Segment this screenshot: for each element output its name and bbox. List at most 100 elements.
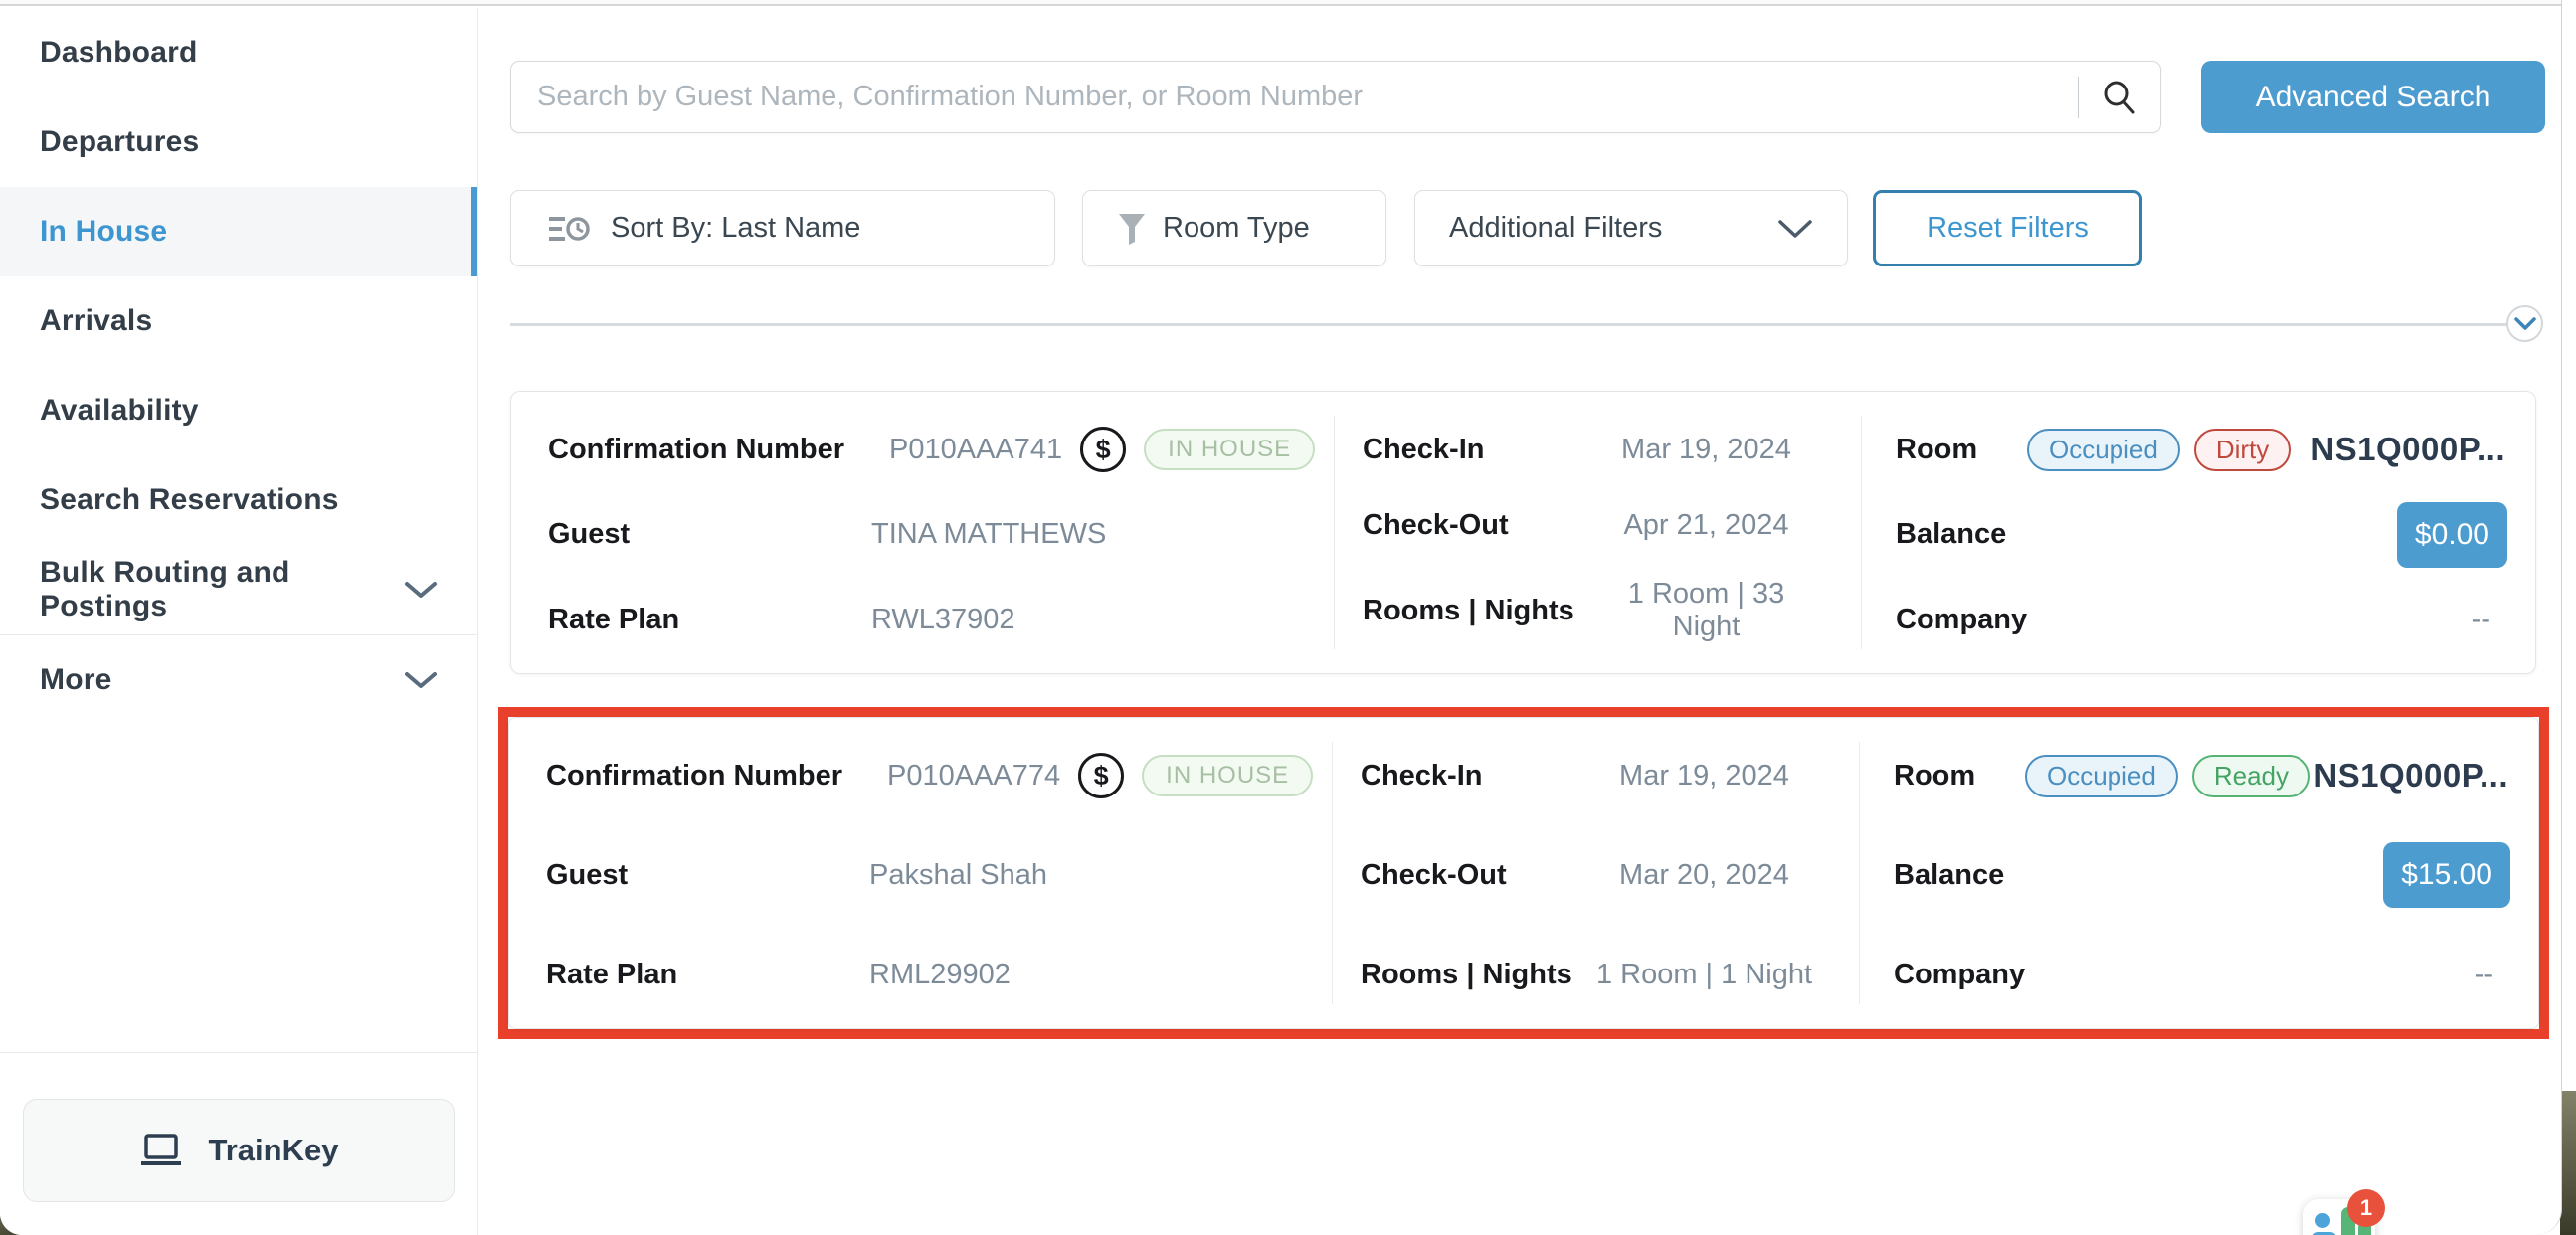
- additional-filters-dropdown[interactable]: Additional Filters: [1414, 190, 1848, 266]
- sidebar-item-availability[interactable]: Availability: [0, 366, 477, 455]
- advanced-search-button[interactable]: Advanced Search: [2201, 61, 2545, 133]
- rate-plan-value: RML29902: [869, 959, 1011, 991]
- folio-dollar-icon[interactable]: $: [1080, 427, 1126, 472]
- card-room-column: Room Occupied Ready NS1Q000P... Balance …: [1859, 718, 2538, 1028]
- ready-pill: Ready: [2192, 755, 2310, 797]
- folio-dollar-icon[interactable]: $: [1078, 753, 1124, 798]
- search-bar: [510, 61, 2161, 133]
- room-type-label: Room Type: [1163, 212, 1310, 245]
- sidebar-item-label: Departures: [40, 125, 199, 159]
- funnel-filter-icon: [1117, 212, 1147, 246]
- room-status-pills: Occupied Ready: [2025, 755, 2310, 797]
- status-badge: IN HOUSE: [1142, 755, 1313, 796]
- window-top-edge: [0, 0, 2561, 6]
- sidebar-item-label: Bulk Routing and Postings: [40, 556, 404, 623]
- confirmation-number-value: P010AAA774: [887, 760, 1060, 793]
- trainkey-label: TrainKey: [209, 1133, 339, 1168]
- search-separator: [2078, 77, 2079, 118]
- card-room-column: Room Occupied Dirty NS1Q000P... Balance …: [1861, 392, 2535, 673]
- results-divider: [510, 323, 2521, 326]
- sidebar-item-dashboard[interactable]: Dashboard: [0, 8, 477, 97]
- confirmation-number-value: P010AAA741: [889, 434, 1062, 466]
- room-type-filter[interactable]: Room Type: [1082, 190, 1386, 266]
- guest-label: Guest: [546, 859, 869, 892]
- sidebar-item-departures[interactable]: Departures: [0, 97, 477, 187]
- reservation-card-highlighted[interactable]: Confirmation Number P010AAA774 $ IN HOUS…: [508, 717, 2539, 1029]
- room-number-value: NS1Q000P...: [2310, 431, 2505, 468]
- widget-logo-shape: [2315, 1213, 2330, 1228]
- check-out-label: Check-Out: [1363, 509, 1591, 542]
- rooms-nights-value: 1 Room | 1 Night: [1589, 959, 1819, 991]
- reset-filters-button[interactable]: Reset Filters: [1873, 190, 2142, 266]
- sidebar: Dashboard Departures In House Arrivals A…: [0, 8, 478, 1235]
- check-out-value: Mar 20, 2024: [1589, 859, 1819, 892]
- check-in-label: Check-In: [1363, 434, 1591, 466]
- check-in-value: Mar 19, 2024: [1591, 434, 1821, 466]
- sidebar-item-label: In House: [40, 215, 167, 249]
- balance-label: Balance: [1894, 859, 2005, 892]
- room-status-pills: Occupied Dirty: [2027, 429, 2291, 471]
- confirmation-number-label: Confirmation Number: [548, 434, 871, 466]
- sidebar-item-arrivals[interactable]: Arrivals: [0, 276, 477, 366]
- trainkey-button[interactable]: TrainKey: [23, 1099, 455, 1202]
- card-dates-column: Check-In Mar 19, 2024 Check-Out Apr 21, …: [1334, 392, 1861, 673]
- rate-plan-label: Rate Plan: [548, 604, 871, 636]
- rooms-nights-label: Rooms | Nights: [1363, 595, 1591, 627]
- sidebar-item-in-house[interactable]: In House: [0, 187, 477, 276]
- check-in-label: Check-In: [1361, 760, 1589, 793]
- sidebar-item-bulk-routing[interactable]: Bulk Routing and Postings: [0, 545, 477, 634]
- search-input[interactable]: [537, 81, 2058, 113]
- rate-plan-label: Rate Plan: [546, 959, 869, 991]
- balance-button[interactable]: $15.00: [2383, 842, 2510, 908]
- sidebar-item-label: Search Reservations: [40, 483, 339, 517]
- check-in-value: Mar 19, 2024: [1589, 760, 1819, 793]
- sidebar-item-more[interactable]: More: [0, 635, 477, 725]
- guest-label: Guest: [548, 518, 871, 551]
- dirty-pill: Dirty: [2194, 429, 2291, 471]
- selection-highlight-frame: Confirmation Number P010AAA774 $ IN HOUS…: [498, 707, 2549, 1039]
- collapse-toggle-button[interactable]: [2506, 305, 2543, 342]
- main-content: Advanced Search Sort By: Last Name Room …: [479, 8, 2561, 1235]
- status-badge: IN HOUSE: [1144, 429, 1315, 470]
- rooms-nights-value: 1 Room | 33 Night: [1591, 578, 1821, 643]
- room-number-value: NS1Q000P...: [2313, 757, 2508, 794]
- guest-value: TINA MATTHEWS: [871, 518, 1106, 551]
- chevron-down-icon: [2514, 317, 2536, 331]
- reservation-card[interactable]: Confirmation Number P010AAA741 $ IN HOUS…: [510, 391, 2536, 674]
- card-guest-column: Confirmation Number P010AAA741 $ IN HOUS…: [511, 392, 1334, 673]
- sidebar-item-label: Dashboard: [40, 36, 198, 70]
- occupied-pill: Occupied: [2027, 429, 2180, 471]
- balance-button[interactable]: $0.00: [2397, 502, 2507, 568]
- sidebar-item-label: Availability: [40, 394, 199, 428]
- check-out-value: Apr 21, 2024: [1591, 509, 1821, 542]
- sort-icon: [547, 212, 591, 246]
- additional-filters-label: Additional Filters: [1449, 212, 1662, 245]
- room-label: Room: [1894, 760, 2005, 793]
- guest-value: Pakshal Shah: [869, 859, 1047, 892]
- company-value: --: [2475, 959, 2493, 991]
- sidebar-item-label: Arrivals: [40, 304, 152, 338]
- company-label: Company: [1894, 959, 2005, 991]
- sidebar-footer: TrainKey: [0, 1052, 477, 1235]
- chat-widget-icon[interactable]: 1: [2303, 1199, 2375, 1235]
- app-window: Dashboard Departures In House Arrivals A…: [0, 0, 2562, 1235]
- sort-by-label: Sort By: Last Name: [611, 212, 860, 245]
- card-dates-column: Check-In Mar 19, 2024 Check-Out Mar 20, …: [1332, 718, 1859, 1028]
- card-guest-column: Confirmation Number P010AAA774 $ IN HOUS…: [509, 718, 1332, 1028]
- laptop-icon: [139, 1133, 183, 1168]
- balance-label: Balance: [1896, 518, 2007, 551]
- confirmation-number-label: Confirmation Number: [546, 760, 869, 793]
- sort-by-dropdown[interactable]: Sort By: Last Name: [510, 190, 1055, 266]
- company-label: Company: [1896, 604, 2007, 636]
- search-icon[interactable]: [2099, 77, 2140, 118]
- desktop-background-strip: [2560, 1091, 2576, 1235]
- sidebar-item-label: More: [40, 663, 111, 697]
- chevron-down-icon: [1777, 218, 1813, 240]
- chevron-down-icon: [404, 670, 438, 690]
- sidebar-item-search-reservations[interactable]: Search Reservations: [0, 455, 477, 545]
- check-out-label: Check-Out: [1361, 859, 1589, 892]
- notification-badge: 1: [2347, 1189, 2385, 1227]
- occupied-pill: Occupied: [2025, 755, 2178, 797]
- rooms-nights-label: Rooms | Nights: [1361, 959, 1589, 991]
- company-value: --: [2472, 604, 2490, 636]
